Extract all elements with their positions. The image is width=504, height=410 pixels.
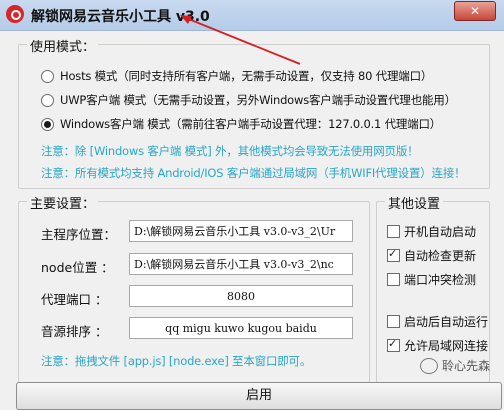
proxy-port-label: 代理端口 ： xyxy=(41,292,108,307)
mode-note-1: 注意：除 [Windows 客户端 模式] 外，其他模式均会导致无法使用网页版！ xyxy=(41,144,419,158)
radio-windows[interactable] xyxy=(41,117,54,131)
radio-hosts[interactable] xyxy=(41,69,54,83)
mode-note-2: 注意：所有模式均支持 Android/IOS 客户端通过局域网（手机WIFI代理… xyxy=(41,166,466,180)
checkbox-label: 端口冲突检测 xyxy=(404,272,477,287)
main-settings-group: 主要设置： 主程序位置： D:\解锁网易云音乐小工具 v3.0-v3_2\Ur … xyxy=(18,193,370,383)
mode-option-label: Hosts 模式（同时支持所有客户端，无需手动设置，仅支持 80 代理端口） xyxy=(60,69,433,83)
port-conflict-checkbox[interactable] xyxy=(387,272,400,286)
window-title: 解锁网易云音乐小工具 v3.0 xyxy=(31,9,210,25)
node-path-input[interactable]: D:\解锁网易云音乐小工具 v3.0-v3_2\nc xyxy=(129,253,353,275)
autostart-checkbox[interactable] xyxy=(387,224,400,238)
checkbox-label: 允许局域网连接 xyxy=(404,338,489,353)
mode-option-hosts[interactable]: Hosts 模式（同时支持所有客户端，无需手动设置，仅支持 80 代理端口） xyxy=(41,67,432,85)
lan-connect-checkbox[interactable] xyxy=(387,337,400,352)
mode-group-legend: 使用模式： xyxy=(27,36,99,55)
node-path-label: node位置 ： xyxy=(41,260,114,275)
checkbox-label: 启动后自动运行 xyxy=(404,314,489,329)
autostart-checkbox-row[interactable]: 开机自动启动 xyxy=(387,222,476,240)
checkbox-label: 开机自动启动 xyxy=(404,224,477,239)
mode-group: 使用模式： Hosts 模式（同时支持所有客户端，无需手动设置，仅支持 80 代… xyxy=(18,36,490,189)
checkbox-label: 自动检查更新 xyxy=(404,248,477,263)
watermark: 聆心先森 xyxy=(419,357,490,374)
main-program-path-input[interactable]: D:\解锁网易云音乐小工具 v3.0-v3_2\Ur xyxy=(129,220,353,242)
lan-connect-checkbox-row[interactable]: 允许局域网连接 xyxy=(387,336,488,354)
wechat-icon xyxy=(419,357,438,374)
source-order-label: 音源排序 ： xyxy=(41,324,108,339)
main-settings-legend: 主要设置： xyxy=(27,193,99,212)
mode-option-windows[interactable]: Windows客户端 模式（需前往客户端手动设置代理：127.0.0.1 代理端… xyxy=(41,115,441,133)
other-settings-legend: 其他设置 xyxy=(385,193,444,212)
watermark-text: 聆心先森 xyxy=(441,359,490,373)
mode-option-label: UWP客户端 模式（无需手动设置，另外Windows客户端手动设置代理也能用） xyxy=(60,93,456,107)
close-button[interactable]: ✕ xyxy=(454,1,496,21)
netease-music-app-icon xyxy=(6,5,24,23)
autorun-checkbox-row[interactable]: 启动后自动运行 xyxy=(387,312,488,330)
other-settings-group: 其他设置 开机自动启动 自动检查更新 端口冲突检测 启动后自动运行 允许局域网连… xyxy=(376,193,490,383)
radio-uwp[interactable] xyxy=(41,93,54,107)
mode-option-uwp[interactable]: UWP客户端 模式（无需手动设置，另外Windows客户端手动设置代理也能用） xyxy=(41,91,456,109)
window-body: 使用模式： Hosts 模式（同时支持所有客户端，无需手动设置，仅支持 80 代… xyxy=(0,31,504,404)
proxy-port-input[interactable]: 8080 xyxy=(129,285,353,307)
title-bar[interactable]: 解锁网易云音乐小工具 v3.0 ✕ xyxy=(0,0,504,31)
main-program-label: 主程序位置： xyxy=(41,227,117,242)
source-order-input[interactable]: qq migu kuwo kugou baidu xyxy=(129,317,353,339)
port-conflict-checkbox-row[interactable]: 端口冲突检测 xyxy=(387,270,476,288)
mode-option-label: Windows客户端 模式（需前往客户端手动设置代理：127.0.0.1 代理端… xyxy=(60,117,442,131)
drag-drop-note: 注意：拖拽文件 [app.js] [node.exe] 至本窗口即可。 xyxy=(41,354,312,368)
enable-button[interactable]: 启用 xyxy=(16,382,502,410)
autorun-checkbox[interactable] xyxy=(387,314,400,328)
auto-update-checkbox-row[interactable]: 自动检查更新 xyxy=(387,246,476,264)
auto-update-checkbox[interactable] xyxy=(387,247,400,262)
